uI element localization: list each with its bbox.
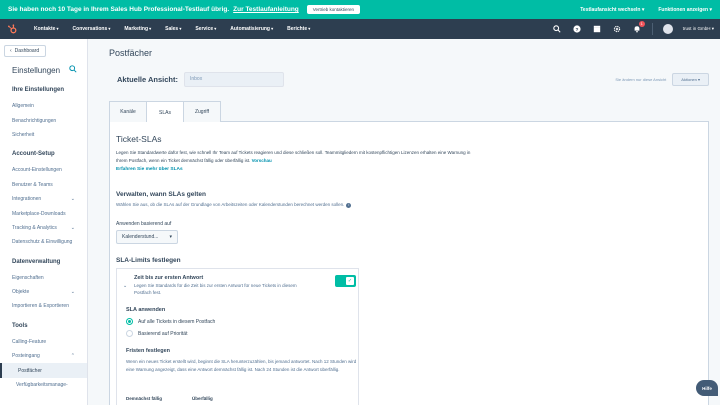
apply-label: Anwenden basierend auf [116, 221, 172, 227]
check-icon: ✓ [346, 277, 354, 285]
settings-tabs: Kanäle SLAs Zugriff [109, 101, 709, 123]
nav-sales[interactable]: Sales [165, 26, 181, 32]
notification-count-badge: 1 [638, 21, 645, 27]
chevron-down-icon: ⌄ [70, 224, 75, 231]
apply-based-on-select[interactable]: Kalenderstund... ▾ [116, 230, 178, 244]
main-content: Postfächer Aktuelle Ansicht: Inbox Sie ä… [89, 39, 720, 405]
sla-title: Ticket-SLAs [116, 134, 162, 144]
tab-slas[interactable]: SLAs [146, 101, 184, 123]
page-title: Postfächer [109, 48, 153, 58]
sidebar-section-account-setup: Account-Setup [12, 151, 55, 158]
deadlines-heading: Fristen festlegen [126, 348, 171, 354]
col-overdue: Überfällig [192, 396, 213, 401]
sla-panel: Ticket-SLAs Legen Sie Standardwerte dafü… [109, 122, 709, 405]
deadlines-description: Wenn ein neues Ticket erstellt wird, beg… [126, 359, 357, 372]
search-icon[interactable] [69, 65, 77, 75]
chevron-up-icon: ⌃ [70, 353, 75, 360]
manage-description: Wählen Sie aus, ob die SLAs auf der Grun… [116, 202, 352, 208]
sidebar-item-account-einstellungen[interactable]: Account-Einstellungen [0, 163, 87, 177]
main-nav: Kontakte Conversations Marketing Sales S… [0, 19, 720, 39]
radio-by-priority[interactable]: Basierend auf Priorität [126, 330, 187, 337]
sidebar-title: Einstellungen [12, 65, 61, 75]
tab-kanaele[interactable]: Kanäle [109, 101, 147, 122]
current-view-label: Aktuelle Ansicht: [117, 74, 178, 84]
search-icon[interactable] [552, 24, 562, 34]
preview-tag: Vorschau [251, 157, 272, 163]
sidebar-item-integrationen[interactable]: Integrationen ⌄ [0, 192, 87, 206]
limits-heading: SLA-Limits festlegen [116, 257, 181, 264]
actions-button[interactable]: Aktionen ▾ [672, 72, 709, 86]
svg-text:?: ? [575, 27, 578, 33]
tab-zugriff[interactable]: Zugriff [183, 101, 221, 122]
sidebar-section-tools: Tools [12, 322, 28, 329]
first-response-sla-card: ⌄ Zeit bis zur ersten Antwort Legen Sie … [116, 268, 359, 405]
show-features[interactable]: Funktionen anzeigen ▾ [658, 7, 712, 13]
first-response-description: Legen Sie Standards für die Zeit bis zur… [134, 283, 297, 295]
radio-empty-icon [126, 330, 133, 337]
sidebar-item-objekte[interactable]: Objekte ⌄ [0, 285, 87, 299]
help-button[interactable]: Hilfe [696, 380, 718, 396]
trial-guide-link[interactable]: Zur Testlaufanleitung [233, 6, 299, 13]
settings-sidebar: ‹ Dashboard Einstellungen Ihre Einstellu… [0, 39, 88, 405]
nav-conversations[interactable]: Conversations [73, 26, 111, 32]
sidebar-item-tracking-analytics[interactable]: Tracking & Analytics ⌄ [0, 221, 87, 235]
info-icon[interactable]: i [346, 203, 352, 208]
sidebar-section-data-management: Datenverwaltung [12, 258, 61, 265]
sidebar-item-posteingang[interactable]: Posteingang ⌃ [0, 349, 87, 363]
trial-message: Sie haben noch 10 Tage in Ihrem Sales Hu… [8, 6, 230, 13]
nav-automatisierung[interactable]: Automatisierung [230, 26, 273, 32]
hubspot-logo-icon[interactable] [6, 23, 18, 35]
sidebar-item-sicherheit[interactable]: Sicherheit [0, 128, 87, 142]
col-due-soon: Demnächst fällig [126, 396, 163, 401]
dashboard-back-button[interactable]: ‹ Dashboard [4, 45, 46, 57]
sidebar-item-benachrichtigungen[interactable]: Benachrichtigungen [0, 113, 87, 127]
first-response-header[interactable]: ⌄ Zeit bis zur ersten Antwort Legen Sie … [117, 269, 360, 298]
sidebar-item-import-export[interactable]: Importieren & Exportieren [0, 299, 87, 313]
nav-marketing[interactable]: Marketing [124, 26, 151, 32]
first-response-toggle[interactable]: ✓ [335, 275, 356, 287]
nav-berichte[interactable]: Berichte [287, 26, 310, 32]
current-view-row: Aktuelle Ansicht: Inbox Sie ändern nur d… [109, 66, 709, 92]
settings-gear-icon[interactable] [612, 24, 622, 34]
first-response-title: Zeit bis zur ersten Antwort [134, 275, 204, 281]
current-view-input[interactable]: Inbox [183, 71, 284, 87]
learn-more-link[interactable]: Erfahren Sie mehr über SLAs [116, 167, 183, 172]
view-hint: Sie ändern nur diese Ansicht [615, 76, 667, 82]
nav-divider [651, 23, 653, 35]
apply-sla-heading: SLA anwenden [126, 307, 166, 313]
switch-trial-view[interactable]: Testlaufansicht wechseln ▾ [580, 7, 644, 13]
sidebar-item-postfaecher[interactable]: Postfächer [0, 363, 87, 378]
sidebar-item-datenschutz[interactable]: Datenschutz & Einwilligung [0, 235, 87, 249]
sidebar-item-marketplace-downloads[interactable]: Marketplace-Downloads [0, 206, 87, 220]
nav-service[interactable]: Service [195, 26, 216, 32]
chevron-down-icon: ⌄ [70, 196, 75, 203]
sidebar-section-your-settings: Ihre Einstellungen [12, 87, 65, 93]
avatar[interactable] [662, 24, 673, 34]
notifications-bell-icon[interactable]: 1 [632, 21, 645, 34]
caret-down-icon: ▾ [169, 234, 172, 240]
radio-all-tickets[interactable]: Auf alle Tickets in diesem Postfach [126, 318, 215, 325]
chevron-down-icon[interactable]: ⌄ [123, 283, 127, 289]
manage-heading: Verwalten, wann SLAs gelten [116, 191, 206, 198]
sidebar-item-calling[interactable]: Calling-Feature [0, 335, 87, 349]
sidebar-item-benutzer-teams[interactable]: Benutzer & Teams [0, 178, 87, 192]
chevron-left-icon: ‹ [10, 48, 12, 54]
sidebar-item-eigenschaften[interactable]: Eigenschaften [0, 271, 87, 285]
marketplace-icon[interactable] [592, 24, 602, 34]
trial-banner: Sie haben noch 10 Tage in Ihrem Sales Hu… [0, 0, 720, 19]
help-icon[interactable]: ? [572, 24, 582, 34]
chevron-down-icon: ⌄ [70, 289, 75, 296]
nav-kontakte[interactable]: Kontakte [34, 26, 59, 32]
sidebar-item-allgemein[interactable]: Allgemein [0, 99, 87, 113]
contact-sales-button[interactable]: Vertrieb kontaktieren [306, 5, 361, 14]
sla-description: Legen Sie Standardwerte dafür fest, wie … [116, 150, 471, 163]
account-menu[interactable]: trust in GmbH ▾ [683, 26, 714, 32]
radio-selected-icon [126, 318, 133, 325]
sidebar-item-verfuegbarkeit[interactable]: Verfügbarkeitsmanage- [0, 378, 87, 392]
